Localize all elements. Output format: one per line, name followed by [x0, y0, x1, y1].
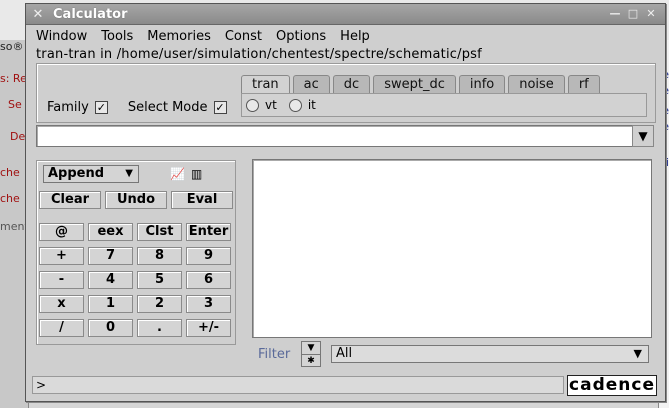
close-icon[interactable]: ✕: [645, 8, 657, 20]
append-label: Append: [48, 166, 105, 181]
analysis-tabs: tran ac dc swept_dc info noise rf: [241, 75, 603, 93]
digit-8-button[interactable]: 8: [137, 247, 182, 265]
digit-1-button[interactable]: 1: [88, 295, 133, 313]
results-path: tran-tran in /home/user/simulation/chent…: [36, 47, 482, 62]
menu-memories[interactable]: Memories: [147, 29, 211, 44]
tab-dc[interactable]: dc: [332, 75, 371, 93]
bg-snippet: s: Re: [0, 72, 27, 85]
menu-window[interactable]: Window: [36, 29, 87, 44]
bg-snippet: so®: [0, 40, 24, 53]
eex-button[interactable]: eex: [88, 223, 133, 241]
function-list-panel[interactable]: [252, 159, 652, 338]
digit-6-button[interactable]: 6: [186, 271, 231, 289]
digit-0-button[interactable]: 0: [88, 319, 133, 337]
filter-select[interactable]: All ▼: [331, 345, 649, 363]
menu-bar: Window Tools Memories Const Options Help: [26, 25, 665, 47]
digit-5-button[interactable]: 5: [137, 271, 182, 289]
tab-swept-dc[interactable]: swept_dc: [373, 75, 456, 93]
divide-button[interactable]: /: [39, 319, 84, 337]
filter-value: All: [336, 346, 353, 361]
menu-options[interactable]: Options: [276, 29, 326, 44]
tab-noise[interactable]: noise: [508, 75, 565, 93]
cadence-logo: cadence: [567, 375, 657, 396]
digit-7-button[interactable]: 7: [88, 247, 133, 265]
vt-radio[interactable]: [246, 98, 259, 112]
maximize-icon[interactable]: □: [627, 8, 639, 20]
vt-label: vt: [265, 98, 277, 112]
selection-frame: Family ✓ Select Mode ✓ tran ac dc swept_…: [36, 63, 656, 123]
digit-3-button[interactable]: 3: [186, 295, 231, 313]
expression-input[interactable]: [36, 125, 634, 147]
filter-label: Filter: [258, 347, 291, 362]
asterisk-icon: ✱: [302, 354, 320, 367]
filter-options-button[interactable]: ▼ ✱: [301, 341, 321, 367]
title-bar[interactable]: ✕ Calculator — □ ✕: [26, 4, 665, 25]
menu-const[interactable]: Const: [225, 29, 262, 44]
tab-ac[interactable]: ac: [292, 75, 330, 93]
tab-rf[interactable]: rf: [567, 75, 600, 93]
keypad-panel: Append ▼ 📈 ▥ Clear Undo Eval @ eex Clst …: [36, 160, 236, 345]
decimal-button[interactable]: .: [137, 319, 182, 337]
x-logo-icon[interactable]: ✕: [31, 7, 45, 22]
bg-snippet: che: [0, 166, 20, 179]
menu-tools[interactable]: Tools: [101, 29, 133, 44]
chevron-down-icon: ▼: [307, 343, 315, 353]
digit-9-button[interactable]: 9: [186, 247, 231, 265]
append-mode-select[interactable]: Append ▼: [43, 165, 139, 183]
tab-tran[interactable]: tran: [241, 75, 290, 93]
multiply-button[interactable]: x: [39, 295, 84, 313]
window-title: Calculator: [53, 6, 128, 22]
calculator-window: ✕ Calculator — □ ✕ Window Tools Memories…: [25, 3, 666, 402]
status-prompt: >: [32, 376, 564, 394]
eval-button[interactable]: Eval: [171, 191, 233, 209]
digit-2-button[interactable]: 2: [137, 295, 182, 313]
bg-snippet: che: [0, 192, 20, 205]
tab-info[interactable]: info: [458, 75, 506, 93]
it-radio[interactable]: [288, 98, 302, 112]
family-label: Family: [47, 100, 89, 115]
minimize-icon[interactable]: —: [609, 8, 621, 20]
bg-snippet: ment: [0, 220, 28, 233]
tran-panel: vt it: [241, 93, 647, 117]
chevron-down-icon: ▼: [125, 168, 133, 179]
digit-4-button[interactable]: 4: [88, 271, 133, 289]
at-button[interactable]: @: [39, 223, 84, 241]
select-mode-checkbox[interactable]: ✓: [213, 101, 227, 114]
menu-help[interactable]: Help: [340, 29, 370, 44]
select-mode-label: Select Mode: [127, 100, 208, 115]
expression-history-dropdown[interactable]: ▼: [632, 125, 654, 147]
plus-button[interactable]: +: [39, 247, 84, 265]
chevron-down-icon: ▼: [638, 129, 648, 143]
enter-button[interactable]: Enter: [186, 223, 231, 241]
chevron-down-icon: ▼: [633, 347, 642, 360]
clear-button[interactable]: Clear: [39, 191, 101, 209]
clst-button[interactable]: Clst: [137, 223, 182, 241]
graph-icon[interactable]: 📈: [170, 167, 185, 181]
it-label: it: [307, 98, 316, 112]
negate-button[interactable]: +/-: [186, 319, 231, 337]
minus-button[interactable]: -: [39, 271, 84, 289]
table-icon[interactable]: ▥: [191, 167, 202, 181]
family-checkbox[interactable]: ✓: [94, 101, 108, 114]
undo-button[interactable]: Undo: [105, 191, 167, 209]
